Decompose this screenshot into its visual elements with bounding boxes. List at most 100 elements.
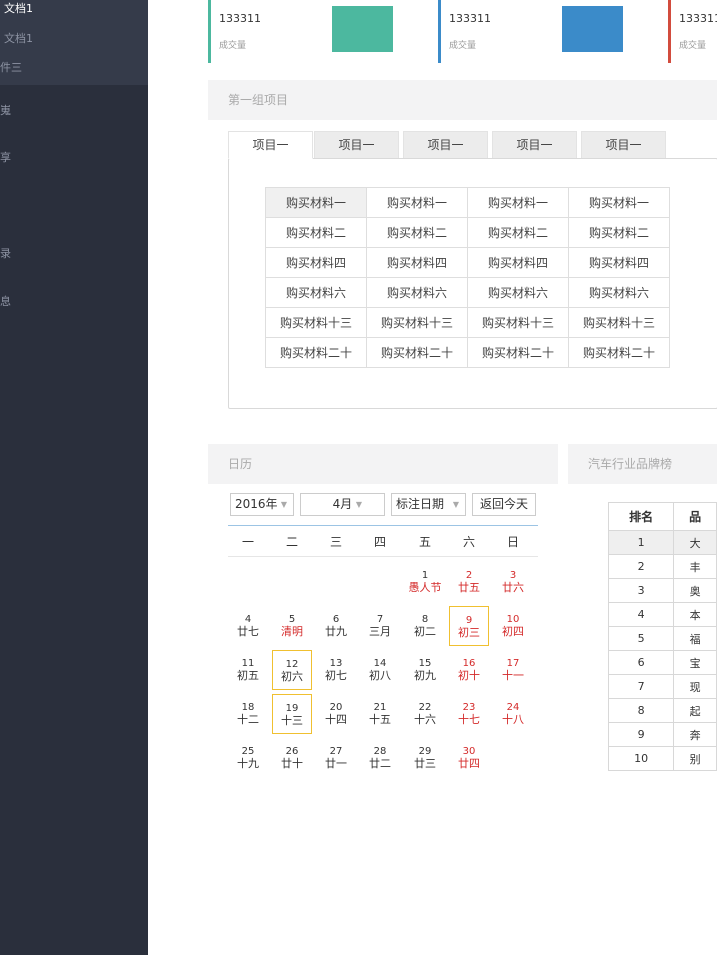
tab-item-1[interactable]: 项目一 bbox=[228, 131, 313, 159]
calendar-day[interactable]: 27 廿一 bbox=[316, 738, 356, 778]
calendar-day[interactable]: 7 三月 bbox=[360, 606, 400, 646]
calendar-day[interactable]: 28 廿二 bbox=[360, 738, 400, 778]
calendar-day[interactable]: 15 初九 bbox=[405, 650, 445, 690]
brand-header: 品 bbox=[673, 502, 717, 531]
stat-value: 133311 bbox=[679, 12, 717, 25]
table-cell: 购买材料十三 bbox=[568, 307, 670, 338]
lunar-label: 十九 bbox=[237, 757, 259, 770]
chevron-down-icon: ▼ bbox=[452, 500, 459, 509]
stat-value: 133311 bbox=[449, 12, 491, 25]
calendar-day[interactable]: 8 初二 bbox=[405, 606, 445, 646]
table-cell: 购买材料四 bbox=[467, 247, 569, 278]
lunar-label: 初七 bbox=[325, 669, 347, 682]
sidebar-item-6[interactable]: 录 bbox=[0, 245, 11, 261]
lunar-label: 十七 bbox=[458, 713, 480, 726]
weekday-label: 六 bbox=[462, 535, 475, 549]
calendar-day[interactable]: 14 初八 bbox=[360, 650, 400, 690]
calendar-divider bbox=[228, 525, 538, 526]
day-number: 1 bbox=[421, 570, 429, 581]
calendar-day[interactable]: 23 十七 bbox=[449, 694, 489, 734]
calendar-day[interactable]: 22 十六 bbox=[405, 694, 445, 734]
calendar-day[interactable]: 24 十八 bbox=[493, 694, 533, 734]
calendar-day[interactable]: 19 十三 bbox=[272, 694, 312, 734]
calendar-day[interactable]: 20 十四 bbox=[316, 694, 356, 734]
lunar-label: 廿七 bbox=[237, 625, 259, 638]
lunar-label: 初三 bbox=[458, 626, 480, 639]
sidebar-item-5[interactable]: 享 bbox=[0, 149, 11, 165]
calendar-day[interactable]: 17 十一 bbox=[493, 650, 533, 690]
day-number: 20 bbox=[329, 702, 343, 713]
calendar-day[interactable]: 29 廿三 bbox=[405, 738, 445, 778]
calendar-day[interactable]: 25 十九 bbox=[228, 738, 268, 778]
stat-value: 133311 bbox=[219, 12, 261, 25]
stat-card: 133311 成交量 bbox=[438, 0, 658, 63]
ranking-row: 9奔 bbox=[607, 722, 717, 747]
table-row: 购买材料二十 购买材料二十 购买材料二十 购买材料二十 bbox=[265, 337, 670, 368]
today-button[interactable]: 返回今天 bbox=[472, 493, 536, 516]
sidebar-item-7[interactable]: 息 bbox=[0, 293, 11, 309]
table-cell: 购买材料一 bbox=[467, 187, 569, 218]
day-number: 15 bbox=[418, 658, 432, 669]
month-select[interactable]: 4月 ▼ bbox=[300, 493, 385, 516]
calendar-day[interactable]: 3 廿六 bbox=[493, 562, 533, 602]
lunar-label: 十一 bbox=[502, 669, 524, 682]
tab-item-2[interactable]: 项目一 bbox=[314, 131, 399, 159]
lunar-label: 廿一 bbox=[325, 757, 347, 770]
ranking-row: 3奥 bbox=[607, 578, 717, 603]
calendar-day[interactable]: 9 初三 bbox=[449, 606, 489, 646]
rank-cell: 5 bbox=[607, 626, 675, 651]
brand-cell: 本 bbox=[673, 602, 717, 627]
table-row: 购买材料六 购买材料六 购买材料六 购买材料六 bbox=[265, 277, 670, 308]
ranking-row: 8起 bbox=[607, 698, 717, 723]
day-number: 28 bbox=[373, 746, 387, 757]
sidebar-item-doc1[interactable]: 文档1 bbox=[4, 30, 33, 46]
calendar-day[interactable]: 21 十五 bbox=[360, 694, 400, 734]
sidebar-item-doc1-active[interactable]: 文档1 bbox=[4, 0, 33, 16]
lunar-label: 廿六 bbox=[502, 581, 524, 594]
table-cell: 购买材料二 bbox=[467, 217, 569, 248]
tab-item-5[interactable]: 项目一 bbox=[581, 131, 666, 159]
ranking-row: 6宝 bbox=[607, 650, 717, 675]
calendar-day[interactable]: 1 愚人节 bbox=[405, 562, 445, 602]
calendar-day[interactable]: 13 初七 bbox=[316, 650, 356, 690]
table-row: 购买材料十三 购买材料十三 购买材料十三 购买材料十三 bbox=[265, 307, 670, 338]
table-cell: 购买材料十三 bbox=[467, 307, 569, 338]
calendar-day[interactable]: 4 廿七 bbox=[228, 606, 268, 646]
day-number: 22 bbox=[418, 702, 432, 713]
day-number: 27 bbox=[329, 746, 343, 757]
stat-card: 133311 成交量 bbox=[208, 0, 428, 63]
table-cell: 购买材料十三 bbox=[366, 307, 468, 338]
table-cell: 购买材料四 bbox=[366, 247, 468, 278]
calendar-day[interactable]: 2 廿五 bbox=[449, 562, 489, 602]
calendar-day[interactable]: 5 清明 bbox=[272, 606, 312, 646]
calendar-day[interactable]: 12 初六 bbox=[272, 650, 312, 690]
chevron-down-icon: ▼ bbox=[355, 500, 362, 509]
calendar-day[interactable]: 18 十二 bbox=[228, 694, 268, 734]
year-select[interactable]: 2016年 ▼ bbox=[230, 493, 294, 516]
calendar-day[interactable]: 26 廿十 bbox=[272, 738, 312, 778]
ranking-row: 5福 bbox=[607, 626, 717, 651]
table-cell: 购买材料一 bbox=[265, 187, 367, 218]
lunar-label: 初九 bbox=[414, 669, 436, 682]
mark-select[interactable]: 标注日期 ▼ bbox=[391, 493, 466, 516]
calendar-day[interactable]: 11 初五 bbox=[228, 650, 268, 690]
stat-card-accent bbox=[438, 0, 441, 63]
tab-item-3[interactable]: 项目一 bbox=[403, 131, 488, 159]
lunar-label: 愚人节 bbox=[408, 581, 442, 594]
rank-cell: 8 bbox=[607, 698, 675, 723]
day-number: 12 bbox=[285, 659, 299, 670]
calendar-day[interactable]: 30 廿四 bbox=[449, 738, 489, 778]
calendar-title: 日历 bbox=[208, 444, 558, 484]
lunar-label: 廿四 bbox=[458, 757, 480, 770]
calendar-day[interactable]: 16 初十 bbox=[449, 650, 489, 690]
tab-bar: 项目一 项目一 项目一 项目一 项目一 bbox=[228, 131, 668, 159]
sidebar-item-4[interactable]: 嵬 bbox=[0, 102, 11, 118]
sidebar-item-file3[interactable]: 件三 bbox=[0, 59, 22, 75]
calendar-day[interactable]: 10 初四 bbox=[493, 606, 533, 646]
table-cell: 购买材料二十 bbox=[467, 337, 569, 368]
table-cell: 购买材料二十 bbox=[568, 337, 670, 368]
brand-cell: 福 bbox=[673, 626, 717, 651]
calendar-day[interactable]: 6 廿九 bbox=[316, 606, 356, 646]
tab-item-4[interactable]: 项目一 bbox=[492, 131, 577, 159]
lunar-label: 廿三 bbox=[414, 757, 436, 770]
